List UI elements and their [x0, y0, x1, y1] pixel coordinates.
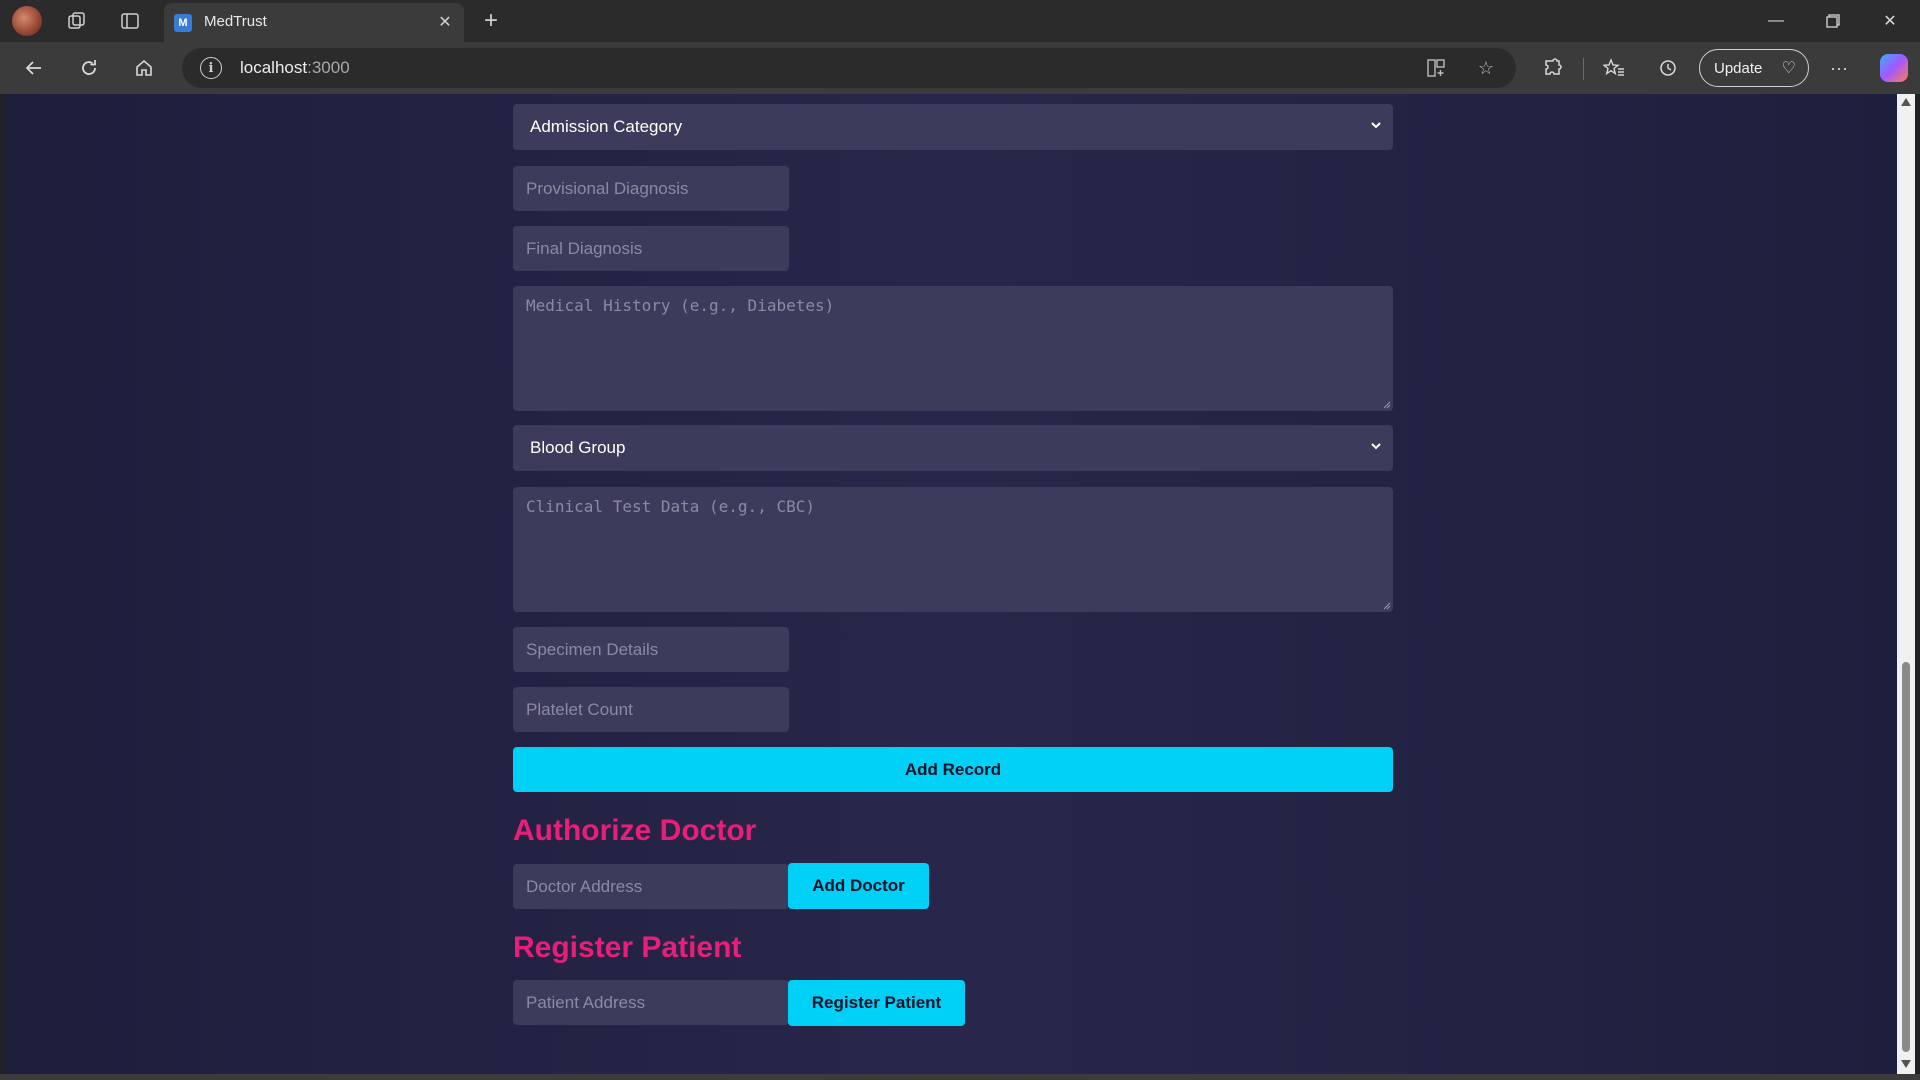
url-text[interactable]: localhost:3000 — [240, 58, 350, 78]
extensions-icon[interactable] — [1539, 54, 1567, 82]
history-icon[interactable] — [1654, 54, 1682, 82]
heart-icon: ♡ — [1781, 60, 1796, 77]
restore-icon[interactable] — [1811, 6, 1855, 36]
tab-title: MedTrust — [204, 13, 267, 30]
profile-avatar-icon[interactable] — [12, 6, 42, 36]
platelet-count-input[interactable] — [513, 687, 789, 732]
window-bottom-edge — [0, 1074, 1920, 1080]
page-scrollbar[interactable] — [1897, 94, 1915, 1074]
admission-category-select[interactable]: Admission Category — [513, 104, 1393, 150]
resize-handle-icon[interactable] — [1381, 399, 1391, 409]
add-doctor-button[interactable]: Add Doctor — [788, 863, 929, 909]
chevron-down-icon — [1371, 443, 1381, 450]
refresh-icon[interactable] — [75, 54, 103, 82]
scrollbar-thumb[interactable] — [1902, 662, 1910, 1052]
update-label: Update — [1714, 59, 1763, 77]
copilot-icon[interactable] — [1880, 54, 1908, 82]
patient-address-input[interactable] — [513, 980, 789, 1025]
add-record-button[interactable]: Add Record — [513, 747, 1393, 792]
address-bar[interactable]: i localhost:3000 ☆ — [182, 48, 1516, 88]
resize-handle-icon[interactable] — [1381, 600, 1391, 610]
home-icon[interactable] — [130, 54, 158, 82]
update-button[interactable]: Update ♡ — [1699, 49, 1809, 87]
chevron-down-icon — [1371, 122, 1381, 129]
tab-strip: M MedTrust ✕ + — ✕ — [0, 0, 1920, 42]
blood-group-select[interactable]: Blood Group — [513, 425, 1393, 471]
page-viewport: Admission Category Blood Group Add Recor… — [5, 94, 1897, 1074]
doctor-address-input[interactable] — [513, 864, 789, 909]
clinical-test-data-textarea[interactable] — [513, 487, 1393, 612]
active-tab[interactable]: M MedTrust ✕ — [164, 3, 464, 42]
final-diagnosis-input[interactable] — [513, 226, 789, 271]
admission-category-value: Admission Category — [530, 117, 683, 136]
more-icon[interactable]: ··· — [1825, 54, 1853, 82]
workspaces-icon[interactable] — [64, 8, 90, 34]
provisional-diagnosis-input[interactable] — [513, 166, 789, 211]
specimen-details-input[interactable] — [513, 627, 789, 672]
split-screen-icon[interactable] — [1424, 56, 1448, 80]
favorite-star-icon[interactable]: ☆ — [1474, 56, 1498, 80]
register-patient-heading: Register Patient — [513, 931, 742, 964]
site-info-icon[interactable]: i — [200, 57, 222, 79]
back-icon[interactable] — [20, 54, 48, 82]
register-patient-button[interactable]: Register Patient — [788, 980, 965, 1026]
close-icon[interactable]: ✕ — [434, 11, 456, 33]
scroll-down-icon[interactable] — [1901, 1060, 1911, 1068]
favorites-icon[interactable] — [1600, 54, 1628, 82]
tab-actions-icon[interactable] — [117, 8, 143, 34]
window-close-icon[interactable]: ✕ — [1868, 6, 1912, 36]
blood-group-value: Blood Group — [530, 438, 626, 457]
new-tab-icon[interactable]: + — [478, 8, 504, 34]
tab-favicon-icon: M — [174, 14, 192, 32]
authorize-doctor-heading: Authorize Doctor — [513, 814, 757, 847]
toolbar-divider — [1583, 58, 1584, 80]
scroll-up-icon[interactable] — [1901, 98, 1911, 106]
medical-history-textarea[interactable] — [513, 286, 1393, 411]
minimize-icon[interactable]: — — [1754, 6, 1798, 36]
browser-toolbar: i localhost:3000 ☆ Update ♡ ··· — [0, 42, 1920, 94]
